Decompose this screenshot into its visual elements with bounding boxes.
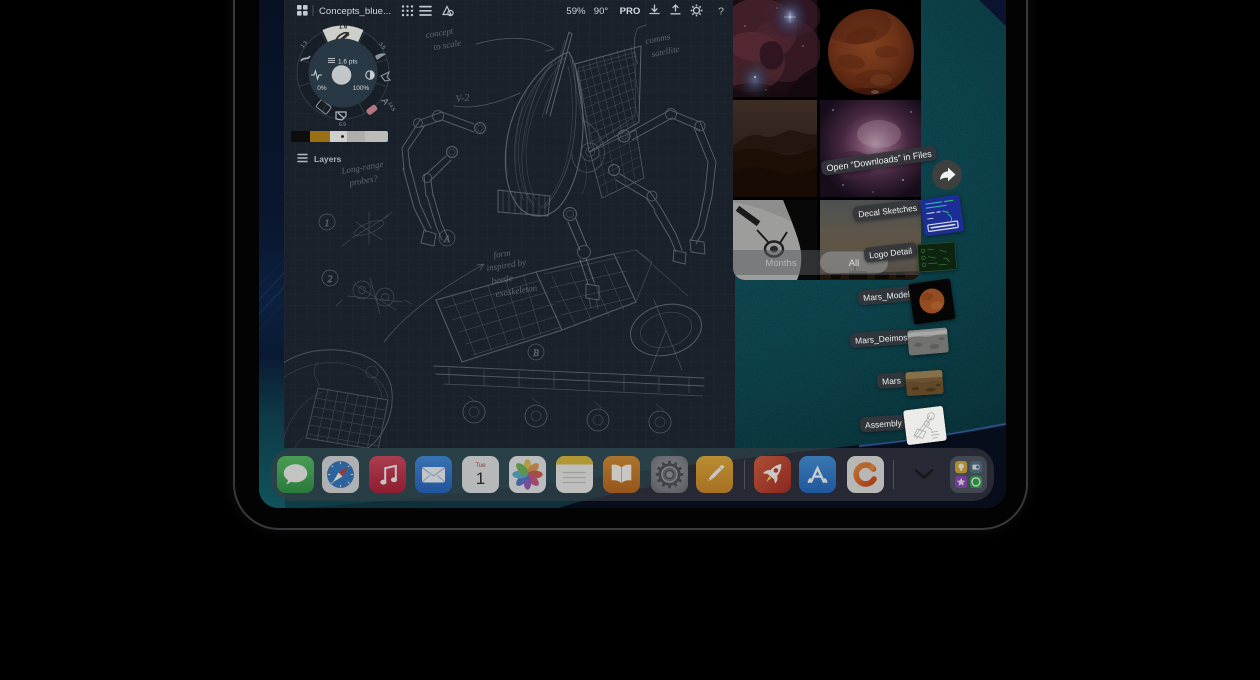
svg-text:1: 1 xyxy=(476,469,485,488)
